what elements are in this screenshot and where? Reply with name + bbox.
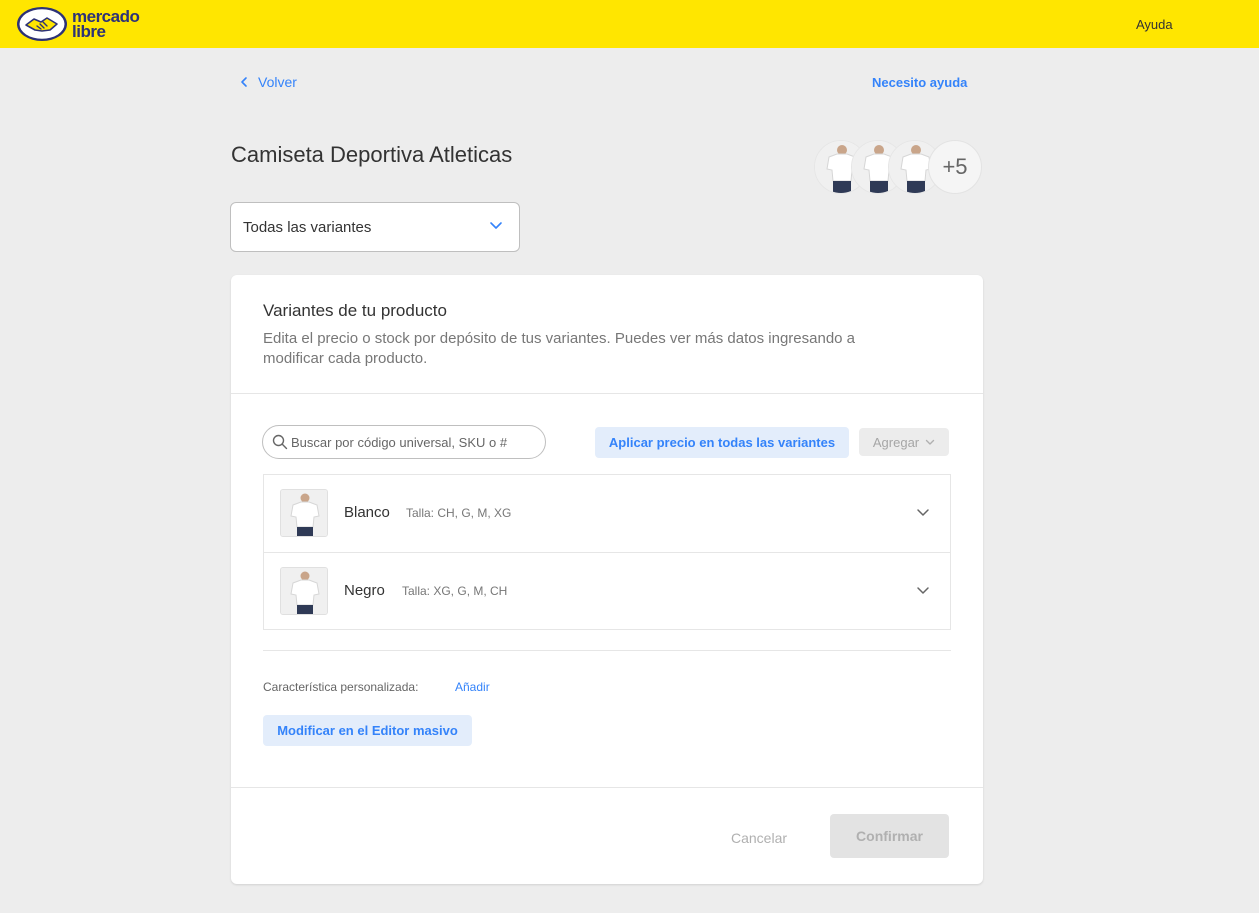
chevron-down-icon (925, 439, 935, 445)
chevron-down-icon[interactable] (916, 507, 930, 517)
divider (263, 650, 951, 651)
more-photos-badge[interactable]: +5 (928, 140, 982, 194)
chevron-down-icon[interactable] (916, 585, 930, 595)
add-dropdown-button[interactable]: Agregar (859, 428, 949, 456)
back-label: Volver (258, 74, 297, 90)
chevron-down-icon (490, 222, 502, 229)
variant-thumbnail (280, 567, 328, 615)
card-description: Edita el precio o stock por depósito de … (263, 330, 856, 367)
variant-row-blanco[interactable]: Blanco Talla: CH, G, M, XG (264, 475, 950, 552)
need-help-link[interactable]: Necesito ayuda (872, 75, 967, 90)
apply-price-all-button[interactable]: Aplicar precio en todas las variantes (595, 427, 849, 458)
divider (231, 787, 983, 788)
variants-card: Variantes de tu producto Edita el precio… (231, 275, 983, 884)
mass-editor-button[interactable]: Modificar en el Editor masivo (263, 715, 472, 746)
search-icon (272, 434, 288, 450)
variant-row-negro[interactable]: Negro Talla: XG, G, M, CH (264, 552, 950, 629)
variant-search[interactable] (262, 425, 546, 459)
add-label: Agregar (872, 434, 920, 450)
logo-text: mercado libre (72, 8, 140, 41)
mercadolibre-logo[interactable]: mercado libre (16, 6, 140, 42)
tshirt-photo (281, 490, 327, 536)
logo-line-2: libre (72, 22, 106, 41)
variant-sizes: Talla: CH, G, M, XG (406, 506, 512, 520)
variant-thumbnail (280, 489, 328, 537)
page-title: Camiseta Deportiva Atleticas (231, 142, 513, 167)
variant-sizes: Talla: XG, G, M, CH (402, 584, 508, 598)
back-link[interactable]: Volver (240, 74, 297, 90)
variant-name: Negro (344, 582, 385, 599)
custom-feature-add-link[interactable]: Añadir (455, 680, 490, 694)
confirm-button[interactable]: Confirmar (830, 814, 949, 858)
chevron-left-icon (241, 77, 247, 87)
search-input[interactable] (291, 434, 531, 450)
variant-filter-select[interactable]: Todas las variantes (230, 202, 520, 252)
variant-list: Blanco Talla: CH, G, M, XG Negro Talla: … (263, 474, 951, 630)
cancel-button[interactable]: Cancelar (709, 827, 809, 849)
variant-filter-value: Todas las variantes (243, 218, 372, 236)
help-link[interactable]: Ayuda (1136, 17, 1173, 32)
variant-name: Blanco (344, 504, 390, 521)
divider (231, 393, 983, 394)
custom-feature-label: Característica personalizada: (263, 680, 419, 694)
tshirt-photo (281, 568, 327, 614)
card-title: Variantes de tu producto (263, 301, 447, 320)
handshake-icon (17, 7, 67, 41)
product-photos[interactable]: +5 (814, 140, 984, 196)
top-bar: mercado libre Ayuda (0, 0, 1259, 48)
